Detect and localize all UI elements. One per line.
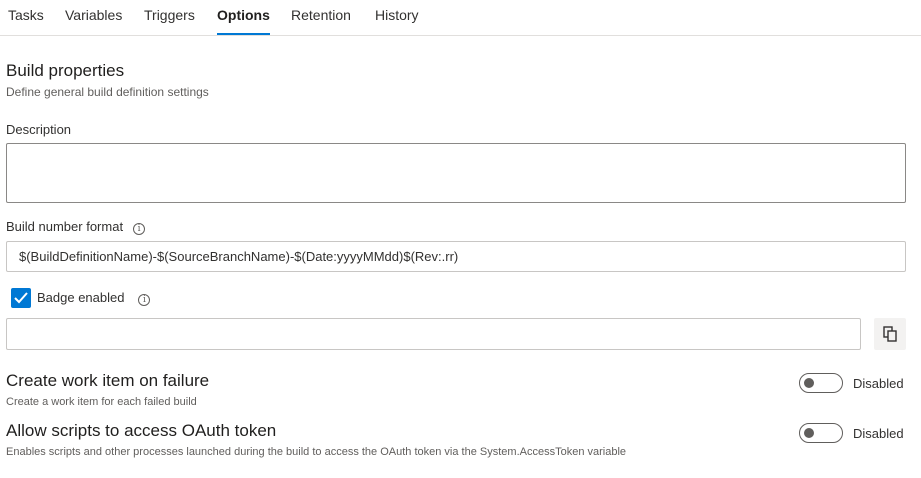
oauth-token-toggle[interactable] [799,423,843,443]
create-work-item-title: Create work item on failure [6,371,210,390]
create-work-item-state: Disabled [853,376,904,391]
oauth-token-description: Enables scripts and other processes laun… [6,446,627,458]
build-number-format-label-text: Build number format [6,219,124,234]
build-number-format-field[interactable]: $(BuildDefinitionName)-$(SourceBranchNam… [6,241,906,272]
tab-tasks[interactable]: Tasks [8,0,44,35]
copy-icon [883,326,897,342]
description-label: Description [6,122,72,137]
tab-variables[interactable]: Variables [65,0,122,35]
tab-history[interactable]: History [375,0,419,35]
tab-triggers[interactable]: Triggers [144,0,195,35]
badge-enabled-checkbox[interactable] [11,288,31,308]
badge-enabled-label: Badge enabled i [37,290,151,306]
oauth-token-title: Allow scripts to access OAuth token [6,421,277,440]
badge-url-field[interactable] [6,318,861,350]
tab-options[interactable]: Options [217,0,270,35]
section-subtitle: Define general build definition settings [6,85,209,99]
tab-bar: Tasks Variables Triggers Options Retenti… [0,0,921,36]
section-title: Build properties [6,61,125,80]
build-number-format-label: Build number format i [6,219,146,235]
badge-enabled-label-text: Badge enabled [37,290,125,305]
info-icon[interactable]: i [133,223,146,235]
info-icon[interactable]: i [138,294,151,306]
copy-button[interactable] [874,318,906,350]
create-work-item-description: Create a work item for each failed build [6,396,197,408]
description-field[interactable] [6,143,906,203]
toggle-knob [804,428,814,438]
checkmark-icon [14,292,28,304]
create-work-item-toggle[interactable] [799,373,843,393]
oauth-token-state: Disabled [853,426,904,441]
toggle-knob [804,378,814,388]
tab-retention[interactable]: Retention [291,0,351,35]
